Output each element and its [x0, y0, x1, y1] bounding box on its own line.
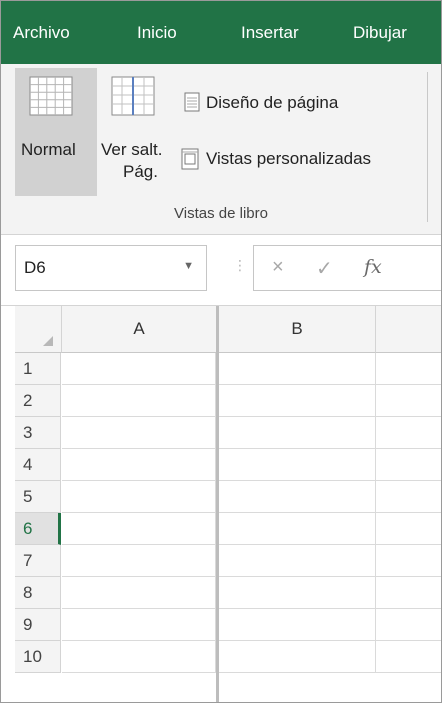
chevron-down-icon[interactable]: ▼	[183, 260, 194, 272]
formula-bar: D6 ▼ ⋮ × ✓ fx	[1, 235, 441, 306]
tab-insertar[interactable]: Insertar	[241, 23, 299, 43]
cell[interactable]	[219, 513, 376, 545]
custom-views-label: Vistas personalizadas	[206, 149, 372, 168]
tab-dibujar[interactable]: Dibujar	[353, 23, 407, 43]
cell[interactable]	[62, 577, 216, 609]
cell[interactable]	[219, 481, 376, 513]
cell[interactable]	[376, 577, 441, 609]
cell[interactable]	[219, 545, 376, 577]
cell[interactable]	[219, 449, 376, 481]
excel-window: Archivo Inicio Insertar Dibujar Normal V…	[0, 0, 442, 703]
cell[interactable]	[62, 353, 216, 385]
tab-archivo[interactable]: Archivo	[13, 23, 70, 43]
cell[interactable]	[62, 545, 216, 577]
row-header[interactable]: 7	[15, 545, 61, 577]
row-header[interactable]: 1	[15, 353, 61, 385]
normal-view-label: Normal	[21, 140, 76, 159]
row-header[interactable]: 10	[15, 641, 61, 673]
group-separator	[427, 72, 428, 222]
cell[interactable]	[62, 513, 216, 545]
tab-inicio[interactable]: Inicio	[137, 23, 177, 43]
cell[interactable]	[376, 641, 441, 673]
cell[interactable]	[376, 545, 441, 577]
normal-grid-icon	[29, 76, 73, 116]
cell[interactable]	[219, 609, 376, 641]
cell[interactable]	[376, 385, 441, 417]
name-box[interactable]: D6 ▼	[15, 245, 207, 291]
cell[interactable]	[376, 417, 441, 449]
cancel-icon[interactable]: ×	[272, 256, 284, 279]
cell[interactable]	[62, 481, 216, 513]
page-break-preview-button[interactable]: Ver salt. Pág.	[101, 68, 181, 196]
cell[interactable]	[219, 577, 376, 609]
row-header[interactable]: 3	[15, 417, 61, 449]
name-box-value: D6	[24, 258, 46, 277]
ribbon-tab-bar: Archivo Inicio Insertar Dibujar	[1, 1, 441, 64]
column-header-a[interactable]: A	[62, 306, 217, 353]
insert-function-icon[interactable]: fx	[364, 256, 382, 278]
normal-view-button[interactable]: Normal	[15, 68, 97, 196]
spreadsheet-grid: A B 1 2 3 4 5 6 7 8 9 10	[1, 306, 441, 702]
row-header[interactable]: 4	[15, 449, 61, 481]
page-layout-label: Diseño de página	[206, 93, 339, 112]
row-header[interactable]: 6	[15, 513, 61, 545]
row-header[interactable]: 5	[15, 481, 61, 513]
row-header[interactable]: 2	[15, 385, 61, 417]
cell[interactable]	[376, 609, 441, 641]
page-break-preview-icon	[111, 76, 155, 116]
cell[interactable]	[376, 513, 441, 545]
custom-views-button[interactable]: Vistas personalizadas	[181, 146, 434, 172]
cell[interactable]	[62, 449, 216, 481]
column-header-c[interactable]	[376, 306, 441, 353]
row-header[interactable]: 9	[15, 609, 61, 641]
cell[interactable]	[376, 449, 441, 481]
select-all-icon	[43, 336, 53, 346]
select-all-button[interactable]	[15, 306, 62, 353]
cell[interactable]	[62, 417, 216, 449]
cell[interactable]	[219, 641, 376, 673]
custom-views-icon	[181, 148, 199, 170]
column-header-b[interactable]: B	[219, 306, 376, 353]
freeze-pane-divider[interactable]	[216, 306, 219, 702]
cell[interactable]	[219, 417, 376, 449]
cell[interactable]	[219, 385, 376, 417]
cell[interactable]	[376, 353, 441, 385]
cell[interactable]	[62, 609, 216, 641]
cell[interactable]	[219, 353, 376, 385]
cell[interactable]	[62, 385, 216, 417]
ribbon-panel: Normal Ver salt. Pág. Diseño de página V…	[1, 64, 441, 235]
page-layout-icon	[184, 92, 200, 112]
page-break-preview-label: Ver salt.	[101, 140, 163, 159]
page-layout-button[interactable]: Diseño de página	[184, 90, 384, 116]
workbook-views-group-label: Vistas de libro	[174, 205, 268, 222]
page-break-preview-label-2: Pág.	[123, 162, 158, 181]
formula-input[interactable]: × ✓ fx	[253, 245, 441, 291]
cell[interactable]	[376, 481, 441, 513]
row-header[interactable]: 8	[15, 577, 61, 609]
cell[interactable]	[62, 641, 216, 673]
formula-bar-grip-icon[interactable]: ⋮	[233, 257, 247, 274]
enter-icon[interactable]: ✓	[316, 256, 333, 281]
